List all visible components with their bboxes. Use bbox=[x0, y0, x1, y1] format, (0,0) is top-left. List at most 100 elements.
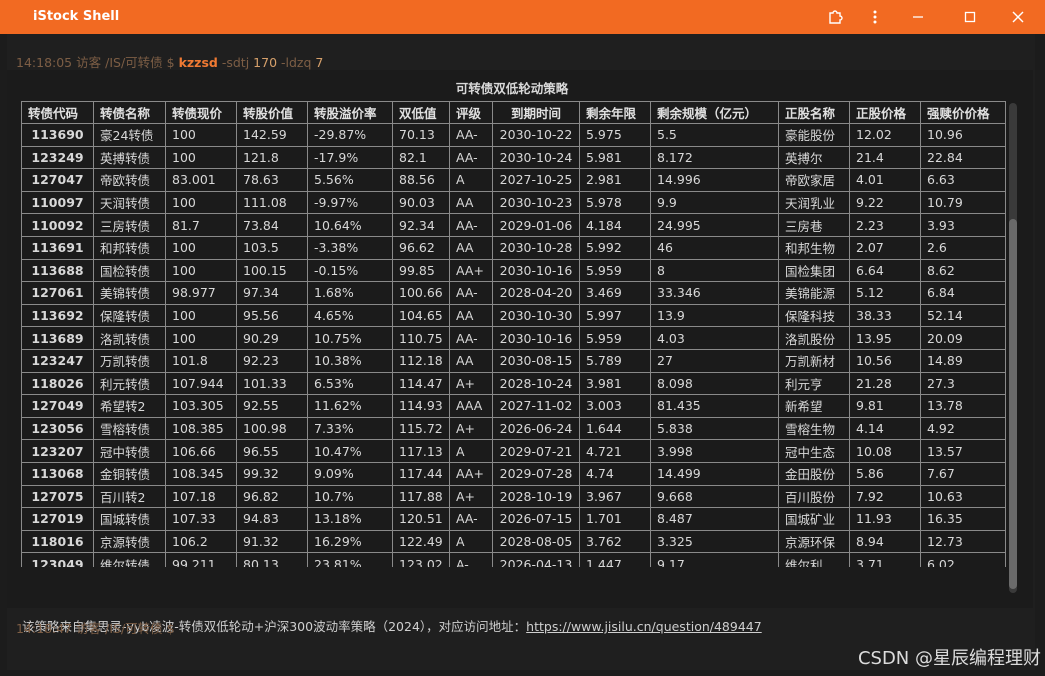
table-cell: 117.88 bbox=[392, 484, 450, 509]
table-row[interactable]: 113692 保隆转债 100 95.56 4.65% 104.65 AA 2030-10-3… bbox=[21, 303, 1006, 328]
table-cell: 97.34 bbox=[236, 281, 308, 305]
puzzle-icon[interactable] bbox=[815, 0, 855, 34]
header-cell[interactable]: 转债代码 bbox=[21, 101, 94, 124]
table-cell: 111.08 bbox=[236, 190, 308, 215]
minimize-icon[interactable] bbox=[898, 0, 938, 34]
table-cell: 天润乳业 bbox=[778, 190, 850, 215]
header-cell[interactable]: 评级 bbox=[449, 101, 493, 124]
table-cell: 美锦能源 bbox=[778, 281, 850, 305]
close-icon[interactable] bbox=[998, 0, 1038, 34]
more-vertical-icon[interactable] bbox=[855, 0, 895, 34]
table-row[interactable]: 113691 和邦转债 100 103.5 -3.38% 96.62 AA 2030-10-2… bbox=[21, 235, 1006, 260]
header-cell[interactable]: 剩余年限 bbox=[579, 101, 651, 124]
table-cell: 2.6 bbox=[920, 235, 1006, 260]
vertical-scrollbar[interactable] bbox=[1009, 103, 1017, 593]
table-cell: 127061 bbox=[21, 281, 94, 305]
table-cell: 92.34 bbox=[392, 213, 450, 237]
table-cell: 80.13 bbox=[236, 552, 308, 567]
header-cell[interactable]: 正股名称 bbox=[778, 101, 850, 124]
table-cell: 110092 bbox=[21, 213, 94, 237]
table-cell: 113690 bbox=[21, 123, 94, 147]
bond-table: 转债代码 转债名称 转债现价 转股价值 转股溢价率 双低值 评级 到期时间 剩余… bbox=[21, 101, 1006, 567]
header-cell[interactable]: 转债名称 bbox=[93, 101, 166, 124]
table-row[interactable]: 123207 冠中转债 106.66 96.55 10.47% 117.13 A 2029-0… bbox=[21, 439, 1006, 463]
table-cell: 20.09 bbox=[920, 326, 1006, 350]
table-cell: AA bbox=[449, 303, 493, 328]
table-row[interactable]: 123249 英搏转债 100 121.8 -17.9% 82.1 AA- 2030-10-2… bbox=[21, 145, 1006, 170]
table-cell: 46 bbox=[650, 235, 779, 260]
table-cell: 99.85 bbox=[392, 258, 450, 283]
table-row[interactable]: 127047 帝欧转债 83.001 78.63 5.56% 88.56 A 2027-10-… bbox=[21, 168, 1006, 192]
header-cell[interactable]: 转债现价 bbox=[165, 101, 237, 124]
table-row[interactable]: 127075 百川转2 107.18 96.82 10.7% 117.88 A+ 2028-1… bbox=[21, 484, 1006, 509]
table-cell: 117.44 bbox=[392, 461, 450, 486]
table-cell: 73.84 bbox=[236, 213, 308, 237]
table-row[interactable]: 113689 洛凯转债 100 90.29 10.75% 110.75 AA- 2030-10… bbox=[21, 326, 1006, 350]
table-cell: 92.23 bbox=[236, 348, 308, 373]
table-row[interactable]: 110097 天润转债 100 111.08 -9.97% 90.03 AA 2030-10-… bbox=[21, 190, 1006, 215]
table-cell: 雪榕生物 bbox=[778, 416, 850, 441]
table-cell: 2.23 bbox=[849, 213, 921, 237]
table-cell: 123207 bbox=[21, 439, 94, 463]
table-row[interactable]: 113688 国检转债 100 100.15 -0.15% 99.85 AA+ 2030-10… bbox=[21, 258, 1006, 283]
table-container[interactable]: 转债代码 转债名称 转债现价 转股价值 转股溢价率 双低值 评级 到期时间 剩余… bbox=[21, 101, 1006, 567]
title-bar: iStock Shell bbox=[0, 0, 1045, 34]
command-name: kzzsd bbox=[178, 55, 218, 70]
table-cell: 8.098 bbox=[650, 371, 779, 396]
table-cell: 13.9 bbox=[650, 303, 779, 328]
header-cell[interactable]: 双低值 bbox=[392, 101, 450, 124]
prompt-symbol: $ bbox=[166, 621, 175, 636]
table-cell: 103.305 bbox=[165, 394, 237, 418]
table-row[interactable]: 113690 豪24转债 100 142.59 -29.87% 70.13 AA- 2030-… bbox=[21, 123, 1006, 147]
table-cell: 12.02 bbox=[849, 123, 921, 147]
table-cell: 118016 bbox=[21, 529, 94, 554]
table-cell: 金田股份 bbox=[778, 461, 850, 486]
table-cell: 107.33 bbox=[165, 507, 237, 531]
header-cell[interactable]: 到期时间 bbox=[492, 101, 580, 124]
table-cell: 5.12 bbox=[849, 281, 921, 305]
table-row[interactable]: 123247 万凯转债 101.8 92.23 10.38% 112.18 AA 2030-0… bbox=[21, 348, 1006, 373]
table-cell: 100.98 bbox=[236, 416, 308, 441]
table-cell: 2.07 bbox=[849, 235, 921, 260]
table-cell: 127047 bbox=[21, 168, 94, 192]
header-cell[interactable]: 剩余规模（亿元） bbox=[650, 101, 779, 124]
header-cell[interactable]: 转股价值 bbox=[236, 101, 308, 124]
maximize-icon[interactable] bbox=[950, 0, 990, 34]
table-cell: 123247 bbox=[21, 348, 94, 373]
table-row[interactable]: 127019 国城转债 107.33 94.83 13.18% 120.51 AA- 2026… bbox=[21, 507, 1006, 531]
table-cell: 108.345 bbox=[165, 461, 237, 486]
app-title: iStock Shell bbox=[33, 9, 120, 24]
table-row[interactable]: 123049 维尔转债 99.211 80.13 23.81% 123.02 A- 2026-… bbox=[21, 552, 1006, 567]
table-row[interactable]: 118016 京源转债 106.2 91.32 16.29% 122.49 A 2028-08… bbox=[21, 529, 1006, 554]
table-row[interactable]: 118026 利元转债 107.944 101.33 6.53% 114.47 A+ 2028… bbox=[21, 371, 1006, 396]
table-cell: AA- bbox=[449, 123, 493, 147]
table-row[interactable]: 127049 希望转2 103.305 92.55 11.62% 114.93 AAA 202… bbox=[21, 394, 1006, 418]
command-value-ldzq: 7 bbox=[315, 55, 324, 70]
table-cell: 利元亨 bbox=[778, 371, 850, 396]
table-cell: AAA bbox=[449, 394, 493, 418]
table-cell: 2029-07-21 bbox=[492, 439, 580, 463]
table-cell: 维尔利 bbox=[778, 552, 850, 567]
table-row[interactable]: 123056 雪榕转债 108.385 100.98 7.33% 115.72 A+ 2026… bbox=[21, 416, 1006, 441]
table-cell: 99.211 bbox=[165, 552, 237, 567]
header-cell[interactable]: 转股溢价率 bbox=[307, 101, 393, 124]
table-cell: 112.18 bbox=[392, 348, 450, 373]
table-cell: 2030-10-23 bbox=[492, 190, 580, 215]
table-cell: 8.94 bbox=[849, 529, 921, 554]
table-cell: 7.92 bbox=[849, 484, 921, 509]
table-row[interactable]: 113068 金铜转债 108.345 99.32 9.09% 117.44 AA+ 2029… bbox=[21, 461, 1006, 486]
next-prompt-line[interactable]: 14:18:47 访客 /IS/可转债 $ bbox=[16, 618, 175, 637]
header-cell[interactable]: 强赎价价格 bbox=[920, 101, 1006, 124]
command-flag-ldzq: -ldzq bbox=[281, 55, 312, 70]
table-cell: 13.18% bbox=[307, 507, 393, 531]
table-row[interactable]: 110092 三房转债 81.7 73.84 10.64% 92.34 AA- 2029-01… bbox=[21, 213, 1006, 237]
scrollbar-thumb[interactable] bbox=[1009, 219, 1017, 589]
table-cell: 122.49 bbox=[392, 529, 450, 554]
table-cell: AA- bbox=[449, 281, 493, 305]
table-cell: 123056 bbox=[21, 416, 94, 441]
source-link[interactable]: https://www.jisilu.cn/question/489447 bbox=[526, 619, 762, 634]
header-cell[interactable]: 正股价格 bbox=[849, 101, 921, 124]
table-cell: 美锦转债 bbox=[93, 281, 166, 305]
table-cell: 5.56% bbox=[307, 168, 393, 192]
table-row[interactable]: 127061 美锦转债 98.977 97.34 1.68% 100.66 AA- 2028-… bbox=[21, 281, 1006, 305]
